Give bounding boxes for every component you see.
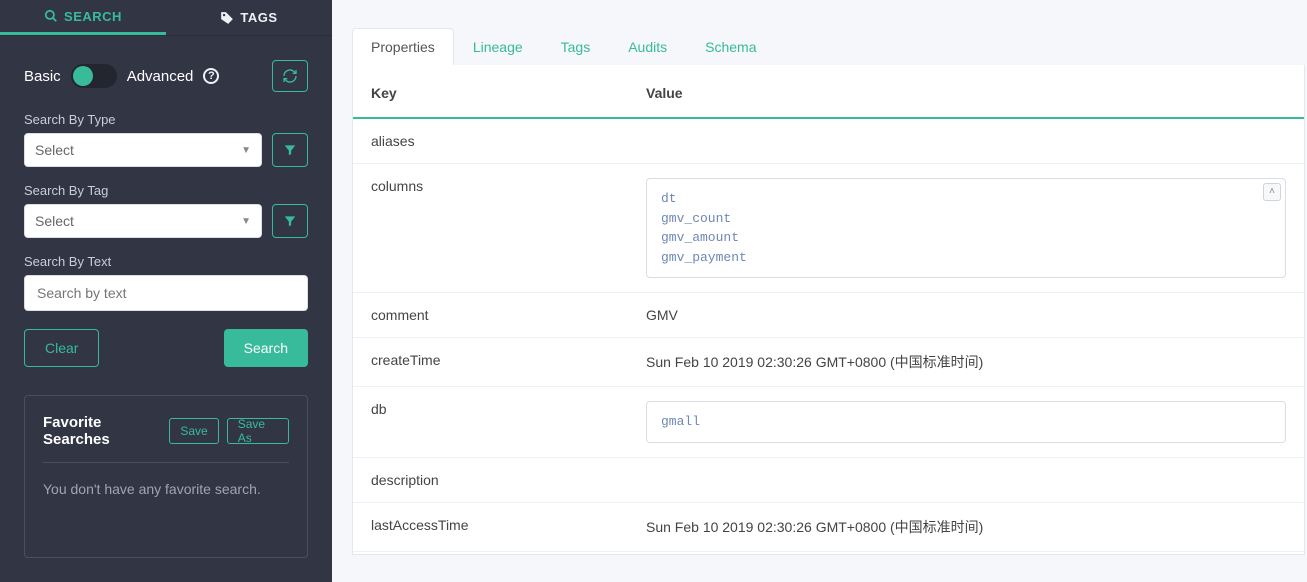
tab-lineage[interactable]: Lineage (454, 28, 542, 65)
prop-value: ads_gmv_sum_day (628, 551, 1304, 555)
search-by-text-label: Search By Text (24, 254, 308, 269)
tab-tags[interactable]: Tags (542, 28, 610, 65)
caret-down-icon: ▼ (241, 216, 251, 227)
db-link[interactable]: gmall (661, 412, 1271, 432)
mode-toggle-row: Basic Advanced ? (24, 60, 308, 92)
search-by-tag-select[interactable]: Select ▼ (24, 204, 262, 238)
tab-properties[interactable]: Properties (352, 28, 454, 65)
search-by-type-select[interactable]: Select ▼ (24, 133, 262, 167)
table-row: name ads_gmv_sum_day (353, 551, 1304, 555)
search-button[interactable]: Search (224, 329, 308, 367)
favorite-save-as-button[interactable]: Save As (227, 418, 289, 444)
divider (43, 462, 289, 463)
table-row: createTime Sun Feb 10 2019 02:30:26 GMT+… (353, 338, 1304, 387)
prop-value: GMV (628, 293, 1304, 338)
columns-codebox: ˄ dt gmv_count gmv_amount gmv_payment (646, 178, 1286, 278)
table-row: aliases (353, 118, 1304, 164)
table-row: lastAccessTime Sun Feb 10 2019 02:30:26 … (353, 502, 1304, 551)
refresh-button[interactable] (272, 60, 308, 92)
prop-key: description (353, 457, 628, 502)
mode-advanced-label: Advanced (127, 68, 194, 85)
column-link[interactable]: gmv_amount (661, 228, 1271, 248)
prop-value (628, 118, 1304, 164)
prop-value (628, 457, 1304, 502)
prop-key: comment (353, 293, 628, 338)
favorite-searches-box: Favorite Searches Save Save As You don't… (24, 395, 308, 558)
properties-panel: Key Value aliases columns ˄ d (352, 65, 1305, 555)
prop-key: columns (353, 164, 628, 293)
sidebar-tab-tags-label: TAGS (240, 10, 277, 25)
mode-toggle[interactable] (71, 64, 117, 88)
search-by-type-placeholder: Select (35, 142, 74, 158)
tab-schema[interactable]: Schema (686, 28, 775, 65)
favorite-save-button[interactable]: Save (169, 418, 218, 444)
table-row: columns ˄ dt gmv_count gmv_amount gmv_pa… (353, 164, 1304, 293)
column-header-value: Value (628, 65, 1304, 118)
column-header-key: Key (353, 65, 628, 118)
properties-table: Key Value aliases columns ˄ d (353, 65, 1304, 555)
tag-filter-button[interactable] (272, 204, 308, 238)
column-link[interactable]: gmv_count (661, 209, 1271, 229)
help-icon[interactable]: ? (203, 68, 219, 84)
sidebar-tab-search-label: SEARCH (64, 9, 122, 24)
column-link[interactable]: gmv_payment (661, 248, 1271, 268)
prop-key: aliases (353, 118, 628, 164)
collapse-icon[interactable]: ˄ (1263, 183, 1281, 201)
tags-icon (220, 11, 234, 25)
type-filter-button[interactable] (272, 133, 308, 167)
sidebar-tabs: SEARCH TAGS (0, 0, 332, 36)
table-row: db gmall (353, 387, 1304, 458)
caret-down-icon: ▼ (241, 145, 251, 156)
prop-value: Sun Feb 10 2019 02:30:26 GMT+0800 (中国标准时… (628, 502, 1304, 551)
prop-key: lastAccessTime (353, 502, 628, 551)
table-row: description (353, 457, 1304, 502)
search-by-tag-placeholder: Select (35, 213, 74, 229)
sidebar: SEARCH TAGS Basic Advanced ? Search By T… (0, 0, 332, 582)
table-row: comment GMV (353, 293, 1304, 338)
search-by-type-label: Search By Type (24, 112, 308, 127)
clear-button[interactable]: Clear (24, 329, 99, 367)
tab-audits[interactable]: Audits (609, 28, 686, 65)
prop-key: createTime (353, 338, 628, 387)
prop-key: db (353, 387, 628, 458)
main-panel: Properties Lineage Tags Audits Schema Ke… (332, 0, 1307, 582)
prop-value: ˄ dt gmv_count gmv_amount gmv_payment (628, 164, 1304, 293)
favorite-empty-message: You don't have any favorite search. (43, 481, 289, 497)
column-link[interactable]: dt (661, 189, 1271, 209)
sidebar-tab-tags[interactable]: TAGS (166, 0, 332, 35)
prop-key: name (353, 551, 628, 555)
detail-tabs: Properties Lineage Tags Audits Schema (352, 28, 1307, 65)
prop-value: gmall (628, 387, 1304, 458)
search-by-tag-label: Search By Tag (24, 183, 308, 198)
favorite-searches-title: Favorite Searches (43, 414, 161, 448)
sidebar-tab-search[interactable]: SEARCH (0, 0, 166, 35)
search-text-input[interactable] (24, 275, 308, 311)
mode-basic-label: Basic (24, 68, 61, 85)
search-icon (44, 9, 58, 23)
db-codebox: gmall (646, 401, 1286, 443)
prop-value: Sun Feb 10 2019 02:30:26 GMT+0800 (中国标准时… (628, 338, 1304, 387)
